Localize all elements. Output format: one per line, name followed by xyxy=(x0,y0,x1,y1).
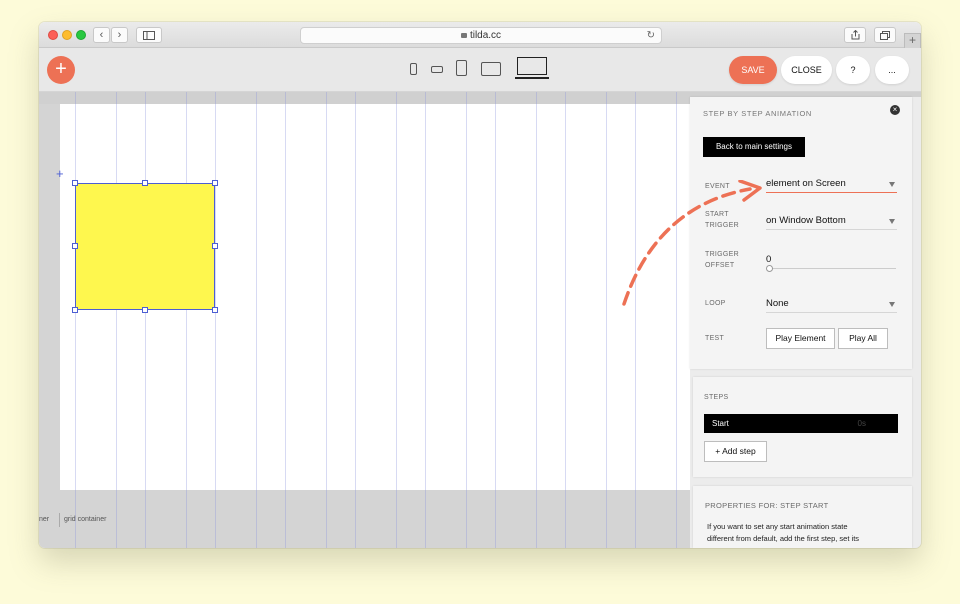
close-button[interactable]: CLOSE xyxy=(781,56,832,84)
editor-toolbar: + SAVE CLOSE ? ... xyxy=(39,48,921,92)
save-button[interactable]: SAVE xyxy=(729,56,777,84)
phone-landscape-icon[interactable] xyxy=(431,66,443,73)
tablet-portrait-icon[interactable] xyxy=(456,60,467,76)
lock-icon xyxy=(460,33,467,38)
chevron-down-icon xyxy=(889,302,895,307)
zoom-window-button[interactable] xyxy=(76,30,86,40)
test-label: TEST xyxy=(705,335,725,342)
tablet-landscape-icon[interactable] xyxy=(481,62,501,76)
add-step-button[interactable]: + Add step xyxy=(704,441,767,462)
steps-card: STEPS Start 0s + Add step xyxy=(693,377,912,477)
grid-origin-marker: + xyxy=(56,166,64,181)
add-element-button[interactable]: + xyxy=(47,56,75,84)
annotation-arrow-icon xyxy=(622,180,762,306)
reload-icon[interactable]: ↻ xyxy=(647,28,655,43)
animation-panel: STEP BY STEP ANIMATION × Back to main se… xyxy=(690,97,921,548)
help-button[interactable]: ? xyxy=(836,56,870,84)
resize-handle[interactable] xyxy=(212,180,218,186)
sidebar-toggle-icon[interactable] xyxy=(136,27,162,43)
url-text: tilda.cc xyxy=(469,30,502,41)
chevron-down-icon xyxy=(889,219,895,224)
play-all-button[interactable]: Play All xyxy=(838,328,888,349)
browser-titlebar: ‹ › tilda.cc ↻ + xyxy=(39,22,921,49)
step-start-row[interactable]: Start 0s xyxy=(704,414,898,433)
trigger-offset-slider[interactable] xyxy=(768,268,896,269)
resize-handle[interactable] xyxy=(142,307,148,313)
properties-card: PROPERTIES FOR: STEP START If you want t… xyxy=(693,486,912,548)
resize-handle[interactable] xyxy=(72,243,78,249)
resize-handle[interactable] xyxy=(212,243,218,249)
minimize-window-button[interactable] xyxy=(62,30,72,40)
chevron-down-icon xyxy=(889,182,895,187)
resize-handle[interactable] xyxy=(212,307,218,313)
selected-shape[interactable] xyxy=(75,183,215,310)
close-panel-icon[interactable]: × xyxy=(890,105,900,115)
more-button[interactable]: ... xyxy=(875,56,909,84)
steps-title: STEPS xyxy=(704,394,729,401)
back-to-main-settings-button[interactable]: Back to main settings xyxy=(703,137,805,157)
close-window-button[interactable] xyxy=(48,30,58,40)
tabs-overview-icon[interactable] xyxy=(874,27,896,43)
properties-text-1: If you want to set any start animation s… xyxy=(707,522,848,531)
loop-select[interactable]: None xyxy=(766,298,897,313)
resize-handle[interactable] xyxy=(72,180,78,186)
properties-text-2: different from default, add the first st… xyxy=(707,534,860,543)
browser-window: ‹ › tilda.cc ↻ + + SAVE CLOSE ? ... + ne… xyxy=(39,22,921,548)
start-trigger-select[interactable]: on Window Bottom xyxy=(766,215,897,230)
event-select[interactable]: element on Screen xyxy=(766,178,897,193)
new-tab-icon[interactable]: + xyxy=(904,33,921,49)
desktop-icon[interactable] xyxy=(515,57,549,79)
address-bar[interactable]: tilda.cc ↻ xyxy=(300,27,662,44)
resize-handle[interactable] xyxy=(72,307,78,313)
forward-arrow-icon[interactable]: › xyxy=(111,27,128,43)
share-icon[interactable] xyxy=(844,27,866,43)
back-arrow-icon[interactable]: ‹ xyxy=(93,27,110,43)
grid-container-label: grid container xyxy=(64,516,107,523)
panel-title: STEP BY STEP ANIMATION xyxy=(703,109,812,118)
bottom-label-clipped: ner xyxy=(39,516,50,523)
play-element-button[interactable]: Play Element xyxy=(766,328,835,349)
properties-title: PROPERTIES FOR: STEP START xyxy=(705,501,829,510)
phone-portrait-icon[interactable] xyxy=(410,63,417,75)
resize-handle[interactable] xyxy=(142,180,148,186)
